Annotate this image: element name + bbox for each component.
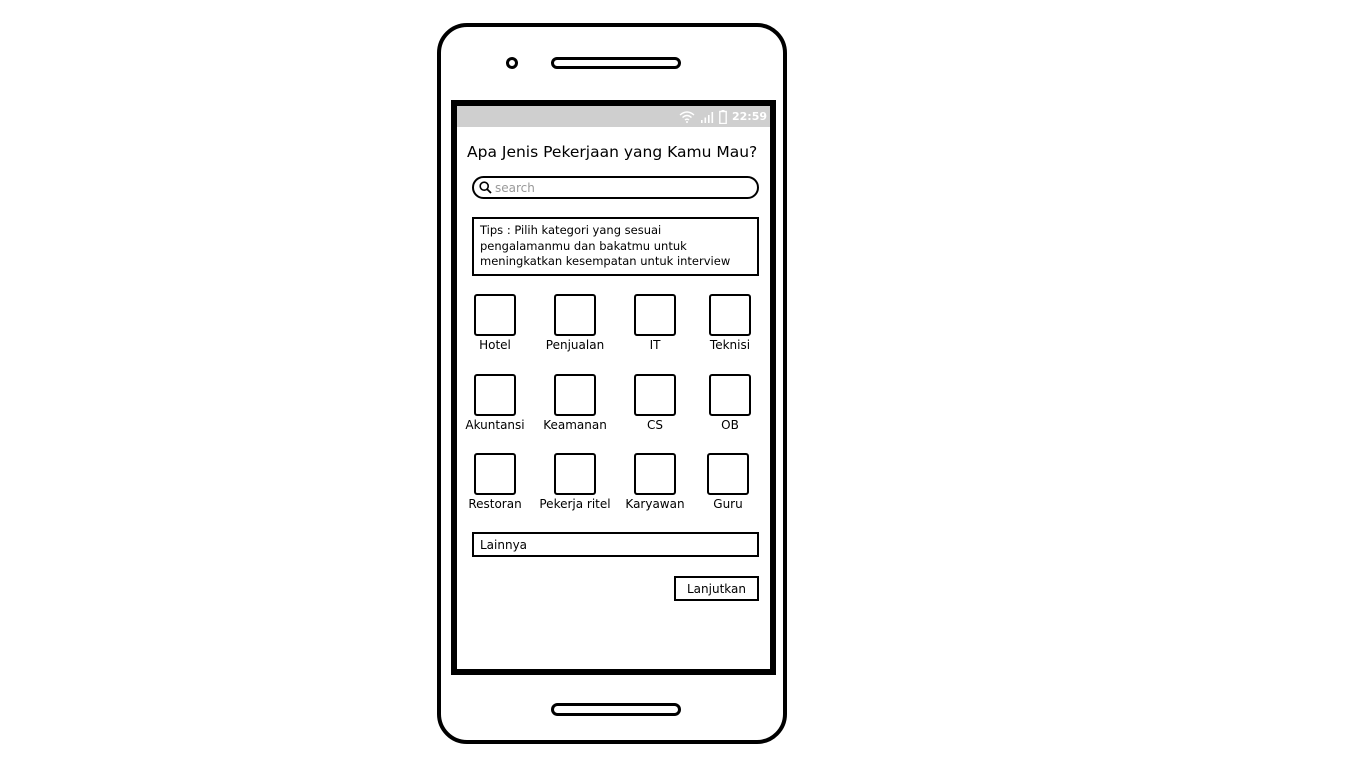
category-icon-box[interactable]: [474, 453, 516, 495]
tips-box: Tips : Pilih kategori yang sesuai pengal…: [472, 217, 759, 276]
category-icon-box[interactable]: [474, 374, 516, 416]
category-label: Akuntansi: [465, 418, 525, 432]
category-restoran[interactable]: Restoran: [450, 453, 540, 511]
status-bar: 22:59: [457, 106, 770, 127]
category-ob[interactable]: OB: [685, 374, 775, 432]
category-label: OB: [721, 418, 739, 432]
category-label: Teknisi: [709, 338, 751, 352]
status-time: 22:59: [731, 110, 767, 123]
category-icon-box[interactable]: [707, 453, 749, 495]
category-teknisi[interactable]: Teknisi: [685, 294, 775, 352]
category-icon-box[interactable]: [554, 453, 596, 495]
category-label: Penjualan: [545, 338, 605, 352]
category-icon-box[interactable]: [474, 294, 516, 336]
category-label: Keamanan: [543, 418, 607, 432]
speaker-grille: [551, 57, 681, 69]
category-icon-box[interactable]: [634, 453, 676, 495]
category-label: Guru: [713, 497, 743, 511]
category-label: Pekerja ritel: [539, 497, 611, 511]
camera-icon: [506, 57, 518, 69]
other-category-field[interactable]: Lainnya: [472, 532, 759, 557]
category-icon-box[interactable]: [554, 374, 596, 416]
category-hotel[interactable]: Hotel: [450, 294, 540, 352]
category-pekerja-ritel[interactable]: Pekerja ritel: [530, 453, 620, 511]
next-button[interactable]: Lanjutkan: [674, 576, 759, 601]
page-title: Apa Jenis Pekerjaan yang Kamu Mau?: [467, 143, 758, 161]
category-penjualan[interactable]: Penjualan: [530, 294, 620, 352]
search-input[interactable]: [492, 180, 735, 195]
category-guru[interactable]: Guru: [683, 453, 773, 511]
phone-screen: 22:59 Apa Jenis Pekerjaan yang Kamu Mau?…: [451, 100, 776, 675]
category-label: Restoran: [468, 497, 522, 511]
category-label: Hotel: [479, 338, 511, 352]
category-akuntansi[interactable]: Akuntansi: [450, 374, 540, 432]
category-icon-box[interactable]: [634, 374, 676, 416]
search-bar[interactable]: [472, 176, 759, 199]
signal-icon: [700, 111, 714, 123]
search-icon: [479, 181, 492, 194]
category-icon-box[interactable]: [709, 294, 751, 336]
home-button[interactable]: [551, 703, 681, 716]
battery-icon: [719, 109, 727, 124]
status-icons: 22:59: [679, 108, 767, 125]
phone-frame: 22:59 Apa Jenis Pekerjaan yang Kamu Mau?…: [437, 23, 787, 744]
category-icon-box[interactable]: [709, 374, 751, 416]
wifi-icon: [679, 110, 695, 123]
category-icon-box[interactable]: [554, 294, 596, 336]
category-icon-box[interactable]: [634, 294, 676, 336]
category-keamanan[interactable]: Keamanan: [530, 374, 620, 432]
